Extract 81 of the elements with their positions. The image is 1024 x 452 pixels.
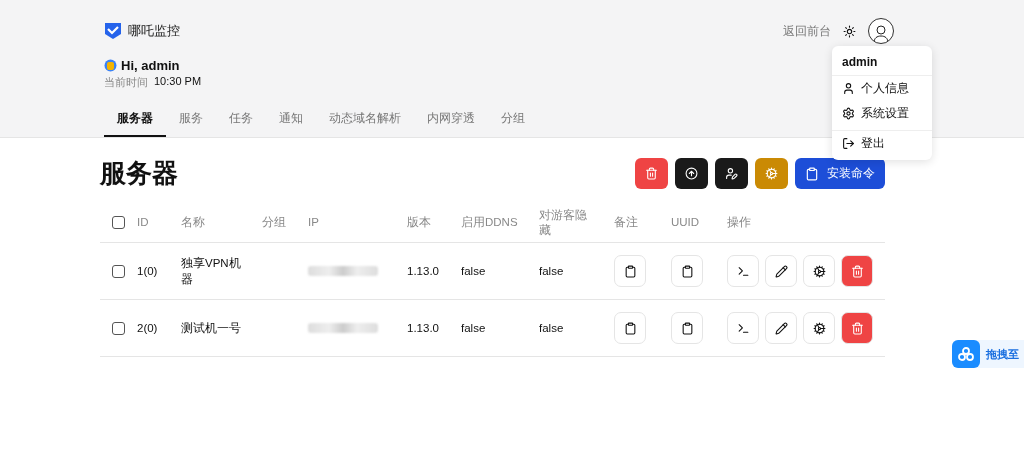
trash-icon — [850, 321, 864, 335]
greeting: Hi, admin — [121, 58, 180, 73]
logo-icon — [104, 22, 122, 40]
uuid-button[interactable] — [671, 255, 703, 287]
page-title: 服务器 — [100, 157, 178, 190]
pencil-icon — [774, 264, 788, 278]
nav-tab[interactable]: 任务 — [216, 104, 266, 137]
blurred-ip — [308, 323, 378, 333]
edit-button[interactable] — [765, 255, 797, 287]
table-cell-text: false — [539, 263, 565, 279]
edit-button[interactable] — [765, 312, 797, 344]
delete-button[interactable] — [841, 312, 873, 344]
delete-button[interactable] — [841, 255, 873, 287]
back-link[interactable]: 返回前台 — [783, 22, 831, 40]
settings-icon — [842, 107, 855, 120]
menu-item[interactable]: 个人信息 — [832, 76, 932, 101]
cloud-icon — [958, 347, 974, 361]
select-all-checkbox[interactable] — [112, 216, 125, 229]
table-cell-text: false — [539, 320, 565, 336]
user-edit-icon — [725, 167, 738, 180]
note-button[interactable] — [614, 312, 646, 344]
menu-title: admin — [832, 50, 932, 76]
column-header: 操作 — [727, 215, 752, 230]
clipboard-icon — [623, 321, 637, 335]
brand-name: 哪吒监控 — [128, 22, 180, 40]
menu-item[interactable]: 系统设置 — [832, 101, 932, 126]
table-cell-text: 1.13.0 — [407, 320, 440, 336]
column-header: ID — [137, 215, 150, 230]
column-header: 名称 — [181, 215, 206, 230]
table-cell-text: 1(0) — [137, 263, 159, 279]
sun-icon[interactable] — [843, 24, 856, 38]
trash-icon — [645, 167, 658, 180]
nav-tab[interactable]: 通知 — [266, 104, 316, 137]
floating-widget[interactable]: 拖拽至 — [952, 340, 1024, 368]
nav-tab[interactable]: 动态域名解析 — [316, 104, 414, 137]
config-button[interactable] — [803, 255, 835, 287]
column-header: 启用DDNS — [461, 215, 519, 230]
clipboard-icon — [680, 264, 694, 278]
column-header: 版本 — [407, 215, 432, 230]
install-command-button[interactable]: 安装命令 — [795, 158, 885, 189]
clipboard-icon — [805, 166, 819, 181]
cog-icon — [765, 167, 778, 180]
table-cell-text: 独享VPN机器 — [181, 255, 241, 287]
upgrade-button[interactable] — [675, 158, 708, 189]
cog-icon — [812, 321, 826, 335]
logout-icon — [842, 137, 855, 150]
user-icon — [842, 82, 855, 95]
trash-icon — [850, 264, 864, 278]
column-header: 备注 — [614, 215, 639, 230]
clipboard-icon — [680, 321, 694, 335]
pencil-icon — [774, 321, 788, 335]
nav-tab[interactable]: 内网穿透 — [414, 104, 488, 137]
column-header: 分组 — [262, 215, 287, 230]
terminal-icon — [736, 321, 750, 335]
blurred-ip — [308, 266, 378, 276]
widget-label: 拖拽至 — [986, 346, 1019, 362]
nav-tab[interactable]: 服务 — [166, 104, 216, 137]
table-cell-text: 测试机一号 — [181, 320, 241, 336]
time-label: 当前时间 — [104, 75, 148, 90]
note-button[interactable] — [614, 255, 646, 287]
table-cell-text: 2(0) — [137, 320, 159, 336]
row-checkbox[interactable] — [112, 321, 125, 335]
arrow-up-icon — [685, 167, 698, 180]
row-checkbox[interactable] — [112, 264, 125, 278]
nav-tab[interactable]: 服务器 — [104, 104, 166, 137]
config-button[interactable] — [803, 312, 835, 344]
cog-icon — [812, 264, 826, 278]
table-cell-text: 1.13.0 — [407, 263, 440, 279]
table-cell-text: false — [461, 320, 487, 336]
delete-button[interactable] — [635, 158, 668, 189]
user-edit-button[interactable] — [715, 158, 748, 189]
table-cell-text: false — [461, 263, 487, 279]
terminal-icon — [736, 264, 750, 278]
column-header: IP — [308, 215, 320, 230]
uuid-button[interactable] — [671, 312, 703, 344]
clipboard-icon — [623, 264, 637, 278]
current-time: 10:30 PM — [154, 75, 202, 89]
column-header: 对游客隐藏 — [539, 207, 588, 238]
nav-tab[interactable]: 分组 — [488, 104, 538, 137]
avatar[interactable] — [868, 18, 894, 44]
column-header: UUID — [671, 215, 701, 230]
